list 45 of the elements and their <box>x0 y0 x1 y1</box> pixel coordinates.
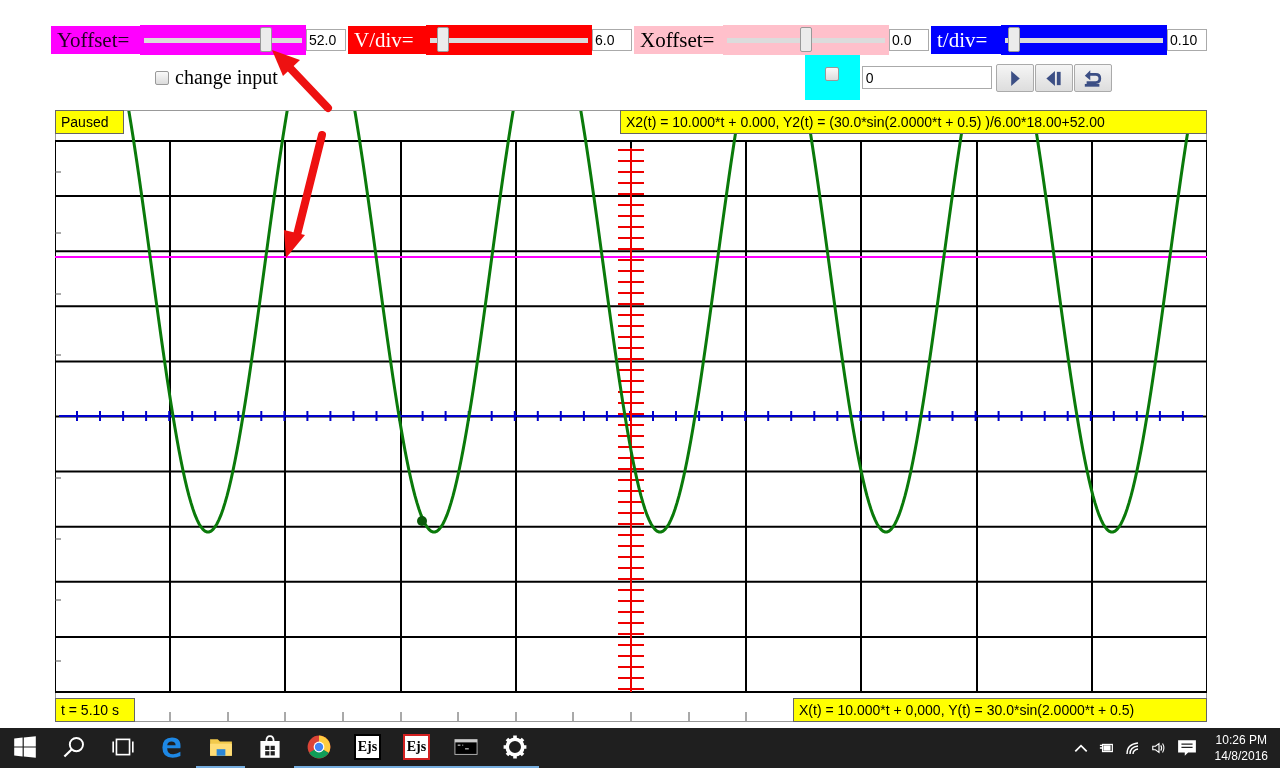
taskbar-button[interactable]: Ejs <box>392 728 441 768</box>
reset-button[interactable] <box>1073 64 1112 92</box>
slider[interactable] <box>1001 25 1167 55</box>
slider-thumb[interactable] <box>800 26 812 52</box>
slider[interactable] <box>723 25 889 55</box>
step-back-icon <box>1043 68 1064 88</box>
slider[interactable] <box>140 25 306 55</box>
clock[interactable]: 10:26 PM 14/8/2016 <box>1214 732 1268 764</box>
start-icon <box>12 735 37 759</box>
checkbox-label: change input <box>175 66 278 89</box>
slider-label: Yoffset= <box>51 26 140 54</box>
formula-label: X2(t) = 10.000*t + 0.000, Y2(t) = (30.0*sin(2.0000*t + 0.5) )/6.00*18.00+52.00 <box>620 110 1207 134</box>
checkbox[interactable] <box>825 67 840 81</box>
clock-time: 10:26 PM <box>1215 732 1267 748</box>
clock-date: 14/8/2016 <box>1214 748 1268 764</box>
value-field[interactable]: 0.0 <box>889 29 929 51</box>
chrome-icon <box>306 735 331 759</box>
notification-icon[interactable] <box>1176 739 1197 757</box>
slider-label: V/div= <box>348 26 426 54</box>
slider-thumb[interactable] <box>1008 26 1021 52</box>
reset-icon <box>1082 68 1103 88</box>
value-field[interactable]: 6.0 <box>592 29 632 51</box>
slider-thumb[interactable] <box>259 26 272 52</box>
slider-thumb[interactable] <box>436 26 449 52</box>
slider-label: t/div= <box>931 26 1001 54</box>
slider-label: Xoffset= <box>634 26 723 54</box>
shopping-bag-icon <box>257 735 282 759</box>
step-back-button[interactable] <box>1034 64 1073 92</box>
value-field[interactable]: 0.10 <box>1167 29 1207 51</box>
taskbar-button[interactable]: Ejs <box>343 728 392 768</box>
status-label: Paused <box>55 110 124 134</box>
settings-icon <box>502 735 527 759</box>
app-icon: Ejs <box>353 734 382 760</box>
search-icon <box>61 735 86 759</box>
speaker-icon[interactable] <box>1150 740 1167 756</box>
checkbox[interactable] <box>155 70 169 85</box>
slider[interactable] <box>426 25 592 55</box>
formula-label: X(t) = 10.000*t + 0,000, Y(t) = 30.0*sin(2.0000*t + 0.5) <box>793 698 1207 722</box>
time-label: t = 5.10 s <box>55 698 135 722</box>
wifi-icon[interactable] <box>1124 740 1141 756</box>
trace-point <box>417 516 427 526</box>
value-field[interactable]: 52.0 <box>306 29 346 51</box>
play-button[interactable] <box>995 64 1034 92</box>
step-field[interactable]: 0 <box>861 66 992 89</box>
app-icon: Ejs <box>402 734 431 760</box>
